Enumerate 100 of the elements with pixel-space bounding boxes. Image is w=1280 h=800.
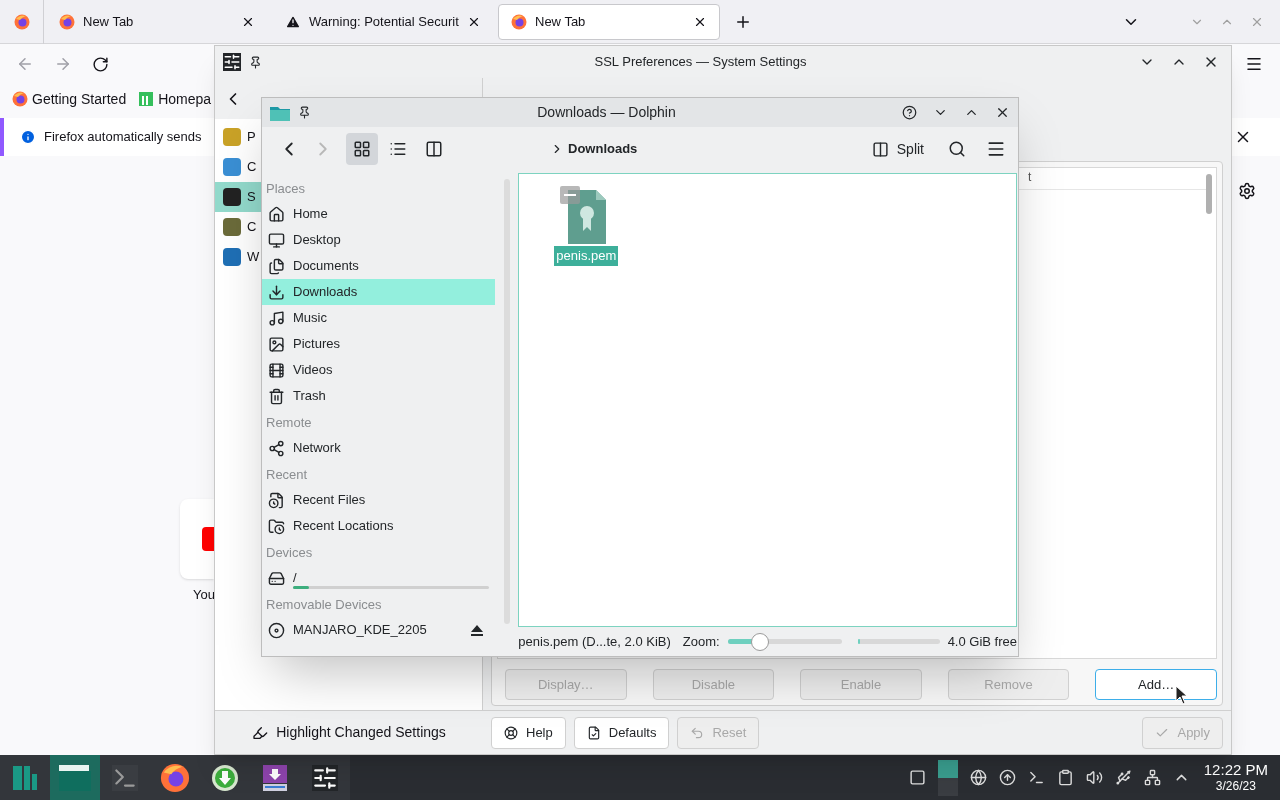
search-icon[interactable] (948, 140, 966, 158)
place-icon (268, 361, 285, 379)
pin-icon[interactable] (249, 55, 262, 69)
window-title: SSL Preferences — System Settings (593, 53, 808, 72)
button-icon (504, 725, 518, 740)
clock[interactable]: 12:22 PM 3/26/23 (1203, 760, 1268, 795)
places-item[interactable]: Home (262, 201, 495, 227)
zoom-label: Zoom: (682, 632, 720, 651)
browser-tab[interactable]: New Tab (498, 3, 720, 40)
place-icon (268, 491, 285, 509)
section-heading: Remote (265, 414, 313, 433)
places-item[interactable]: Downloads (262, 279, 495, 305)
window-title: Downloads — Dolphin (536, 103, 677, 122)
places-item[interactable]: / (262, 565, 495, 591)
category-icon (223, 128, 241, 146)
sidebar-item[interactable]: C (215, 152, 262, 182)
places-item[interactable]: MANJARO_KDE_2205 (262, 617, 495, 643)
free-space-label: 4.0 GiB free (947, 632, 1017, 651)
taskbar-app[interactable] (300, 755, 350, 800)
places-item[interactable]: Music (262, 305, 495, 331)
place-icon (268, 387, 285, 405)
customize-gear-icon[interactable] (1238, 182, 1256, 200)
help-icon[interactable] (902, 105, 917, 120)
close-icon[interactable] (995, 105, 1010, 120)
footer-button[interactable]: Defaults (573, 716, 670, 749)
places-item[interactable]: Recent Files (262, 487, 495, 513)
pager-icon[interactable] (937, 759, 958, 796)
view-mode-icon (425, 140, 443, 158)
zoom-slider[interactable] (727, 632, 842, 651)
installer-icon (261, 763, 289, 792)
notification-text: Firefox automatically sends (44, 128, 202, 147)
button-icon (586, 725, 601, 740)
places-item[interactable]: Documents (262, 253, 495, 279)
desktop-icon[interactable] (908, 769, 926, 786)
footer-button[interactable]: Help (491, 716, 566, 749)
place-icon (268, 309, 285, 327)
reload-icon[interactable] (92, 55, 109, 73)
volume-icon[interactable] (1085, 769, 1103, 786)
sidebar-item[interactable]: C (215, 212, 262, 242)
action-button[interactable]: Add… (1095, 669, 1217, 700)
sidebar-item[interactable]: P (215, 122, 262, 152)
split-button[interactable]: Split (867, 138, 928, 160)
clipboard-icon[interactable] (1056, 769, 1074, 786)
button-icon (690, 725, 705, 740)
view-mode-icon (353, 140, 371, 158)
menu-icon[interactable] (986, 139, 1006, 159)
places-item[interactable]: Desktop (262, 227, 495, 253)
view-mode-icon (389, 140, 407, 158)
browser-logo-icon (160, 762, 190, 793)
highlighter-icon (252, 724, 269, 741)
places-item[interactable]: Trash (262, 383, 495, 409)
browser-logo-icon (13, 13, 30, 30)
places-item[interactable]: Recent Locations (262, 513, 495, 539)
section-heading: Places (265, 180, 307, 199)
section-heading: Recent (265, 466, 309, 485)
breadcrumb[interactable]: Downloads (568, 139, 638, 159)
place-icon (268, 205, 285, 223)
category-icon (223, 158, 241, 176)
sidebar-item[interactable]: S (215, 182, 262, 212)
info-icon (20, 129, 36, 145)
place-icon (268, 439, 285, 457)
column-header: t (1028, 170, 1032, 184)
places-item[interactable]: Pictures (262, 331, 495, 357)
sidebar-item[interactable]: W (215, 242, 262, 272)
folder-icon (270, 104, 290, 121)
places-item[interactable]: Videos (262, 357, 495, 383)
place-icon (268, 335, 285, 353)
bookmark-link[interactable]: Homepa (138, 88, 212, 110)
console-icon[interactable] (1027, 769, 1045, 786)
scrollbar[interactable] (1206, 174, 1212, 214)
browser-logo-icon (12, 91, 28, 107)
view-mode-button[interactable] (346, 133, 378, 165)
app-icon (223, 53, 241, 71)
menu-icon[interactable] (1245, 55, 1263, 73)
place-icon (268, 283, 285, 301)
place-icon (268, 517, 285, 535)
network-share-icon[interactable] (969, 769, 987, 786)
section-heading: Devices (265, 544, 314, 563)
highlight-changes-button[interactable]: Highlight Changed Settings (252, 722, 446, 743)
launcher-icon (11, 763, 39, 792)
network-icon[interactable] (1143, 769, 1161, 786)
shortcut-tile[interactable] (180, 499, 214, 579)
settings-app-icon (312, 764, 338, 791)
place-icon (268, 231, 285, 249)
bookmark-link[interactable]: Getting Started (12, 88, 127, 110)
place-icon (268, 621, 285, 639)
status-text: penis.pem (D...te, 2.0 KiB) (518, 632, 671, 651)
category-icon (223, 218, 241, 236)
folder-icon (59, 764, 91, 791)
zoom-thumb[interactable] (750, 632, 769, 651)
browser-logo-icon (511, 13, 527, 30)
usb-icon[interactable] (1114, 769, 1132, 786)
eject-icon[interactable] (470, 624, 483, 636)
download-icon (211, 763, 239, 792)
places-item[interactable]: Network (262, 435, 495, 461)
place-icon (268, 569, 285, 587)
updates-icon[interactable] (998, 769, 1016, 786)
pin-icon[interactable] (298, 106, 311, 119)
section-heading: Removable Devices (265, 596, 383, 615)
terminal-icon (112, 764, 138, 791)
